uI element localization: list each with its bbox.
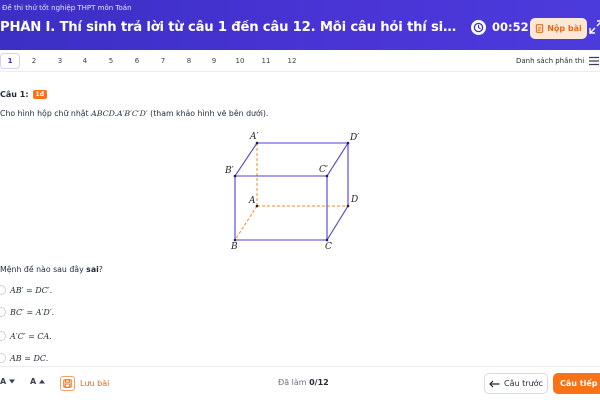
answer-option-1[interactable]: AB′ = DC′. <box>0 283 52 297</box>
exam-footer: A A Lưu bài Đã làm 0/12 Câu trước Câu ti… <box>0 366 600 400</box>
progress-indicator: Đã làm 0/12 <box>278 378 329 387</box>
font-increase-button[interactable]: A <box>30 377 46 386</box>
exam-subtitle: Đề thi thử tốt nghiệp THPT môn Toán <box>2 4 132 12</box>
progress-prefix: Đã làm <box>278 378 310 387</box>
question-navigator: 1 2 3 4 5 6 7 8 9 10 11 12 Danh sách phầ… <box>0 50 600 72</box>
vertex-B <box>233 238 237 242</box>
exam-header: Đề thi thử tốt nghiệp THPT môn Toán PHẦN… <box>0 0 600 50</box>
question-number-10[interactable]: 10 <box>230 53 250 69</box>
question-prompt: Mệnh đề nào sau đây sai? <box>0 265 103 274</box>
question-text-prefix: Cho hình hộp chữ nhật <box>0 109 92 118</box>
save-icon <box>60 375 75 391</box>
label-B1: B′ <box>225 166 234 176</box>
progress-value: 0/12 <box>309 378 329 387</box>
countdown-timer: 00:52 <box>471 17 529 37</box>
option-text: AB′ = DC′. <box>10 285 53 295</box>
question-number-7[interactable]: 7 <box>153 53 173 69</box>
expand-icon[interactable] <box>589 20 600 34</box>
label-B: B <box>230 242 238 250</box>
label-A: A <box>248 196 256 206</box>
save-button[interactable]: Lưu bài <box>60 374 109 392</box>
vertex-A <box>255 204 259 208</box>
answer-option-4[interactable]: AB = DC. <box>0 351 48 365</box>
question-number-9[interactable]: 9 <box>204 53 224 69</box>
question-number-1[interactable]: 1 <box>0 53 20 69</box>
section-title: PHẦN I. Thí sinh trả lời từ câu 1 đến câ… <box>0 20 462 35</box>
prompt-suffix: ? <box>98 265 103 274</box>
font-increase-label: A <box>30 377 37 386</box>
question-text-math: ABCD.A′B′C′D′ <box>91 109 148 118</box>
question-number-5[interactable]: 5 <box>101 53 121 69</box>
question-text: Cho hình hộp chữ nhật ABCD.A′B′C′D′ (tha… <box>0 109 268 118</box>
option-text: BC′ = A′D′. <box>10 307 55 317</box>
right-face <box>326 143 349 241</box>
vertex-A1 <box>255 141 259 145</box>
label-D1: D′ <box>349 133 359 143</box>
option-text: A′C′ = CA. <box>10 331 52 341</box>
question-label: Câu 1: <box>0 90 29 99</box>
question-number-4[interactable]: 4 <box>75 53 95 69</box>
submit-button[interactable]: Nộp bài <box>530 18 587 39</box>
timer-value: 00:52 <box>492 20 529 34</box>
edge-AB <box>234 205 258 241</box>
top-face <box>234 142 350 177</box>
caret-down-icon <box>9 379 16 384</box>
label-C1: C′ <box>319 165 328 175</box>
radio-button[interactable] <box>0 307 6 317</box>
question-number-8[interactable]: 8 <box>179 53 199 69</box>
vertex-D1 <box>346 141 350 145</box>
radio-button[interactable] <box>0 285 6 295</box>
answer-option-2[interactable]: BC′ = A′D′. <box>0 305 54 319</box>
vertex-B1 <box>233 174 237 178</box>
vertex-C <box>325 238 329 242</box>
label-A1: A′ <box>249 132 259 142</box>
previous-label: Câu trước <box>504 379 543 388</box>
previous-question-button[interactable]: Câu trước <box>484 373 548 394</box>
menu-icon[interactable] <box>588 56 600 66</box>
submit-label: Nộp bài <box>547 24 582 33</box>
vertex-C1 <box>325 174 329 178</box>
caret-up-icon <box>39 379 46 384</box>
answer-option-3[interactable]: A′C′ = CA. <box>0 329 52 343</box>
front-face <box>234 176 328 241</box>
section-list-link[interactable]: Danh sách phần thi <box>516 57 584 65</box>
question-number-11[interactable]: 11 <box>256 53 276 69</box>
prompt-bold: sai <box>86 265 99 274</box>
next-question-button[interactable]: Câu tiếp <box>553 373 600 394</box>
clock-icon <box>471 19 486 35</box>
next-label: Câu tiếp <box>560 379 598 388</box>
save-label: Lưu bài <box>80 378 110 388</box>
vertex-D <box>346 204 350 208</box>
radio-button[interactable] <box>0 331 6 341</box>
document-icon <box>536 24 544 33</box>
font-decrease-label: A <box>0 377 7 386</box>
radio-button[interactable] <box>0 353 6 363</box>
option-text: AB = DC. <box>10 353 49 363</box>
question-number-12[interactable]: 12 <box>282 53 302 69</box>
question-number-2[interactable]: 2 <box>24 53 44 69</box>
question-number-3[interactable]: 3 <box>50 53 70 69</box>
arrow-left-icon <box>489 380 500 387</box>
question-text-suffix: (tham khảo hình vẽ bên dưới). <box>147 109 269 118</box>
prompt-prefix: Mệnh đề nào sau đây <box>0 265 87 274</box>
box-figure: A′ D′ B′ C′ A D B C <box>225 132 359 250</box>
points-badge: 1đ <box>32 90 47 99</box>
question-header: Câu 1: 1đ <box>0 90 47 99</box>
label-C: C <box>325 242 332 250</box>
label-D: D <box>350 195 358 205</box>
question-number-6[interactable]: 6 <box>127 53 147 69</box>
font-decrease-button[interactable]: A <box>0 377 16 386</box>
